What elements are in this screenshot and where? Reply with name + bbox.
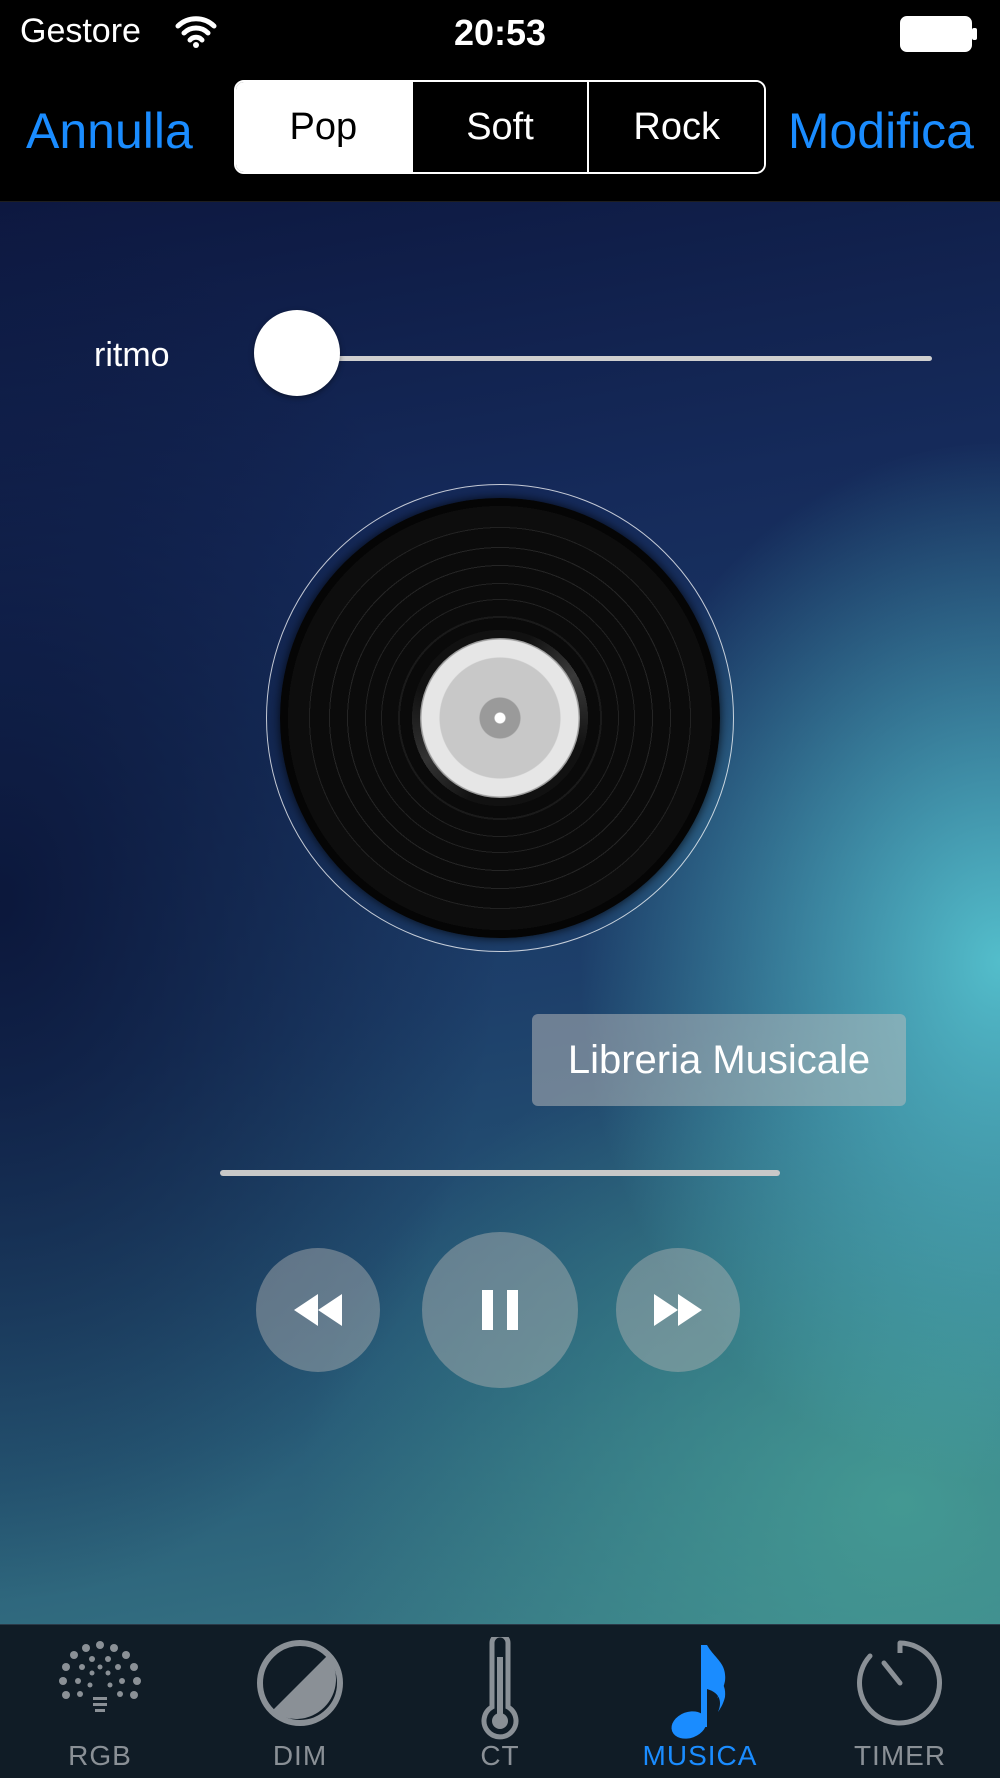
rhythm-slider-thumb[interactable] <box>254 310 340 396</box>
segment-soft[interactable]: Soft <box>410 82 588 172</box>
tab-dim-label: DIM <box>272 1740 328 1771</box>
rhythm-slider-track[interactable] <box>296 356 932 361</box>
genre-segmented-control: Pop Soft Rock <box>234 80 766 174</box>
segment-pop[interactable]: Pop <box>236 82 411 172</box>
tab-ct-label: CT <box>480 1740 520 1771</box>
music-panel: ritmo Libreria Musicale <box>0 202 1000 1624</box>
edit-button[interactable]: Modifica <box>788 102 974 160</box>
dim-circle-icon <box>257 1640 343 1726</box>
tab-timer[interactable]: TIMER <box>800 1625 1000 1778</box>
rewind-icon <box>294 1294 342 1326</box>
segment-rock[interactable]: Rock <box>587 82 764 172</box>
rgb-dots-icon <box>59 1641 141 1712</box>
vinyl-label <box>420 638 580 798</box>
fast-forward-button[interactable] <box>616 1248 740 1372</box>
rewind-button[interactable] <box>256 1248 380 1372</box>
clock: 20:53 <box>453 12 547 53</box>
tab-rgb[interactable]: RGB <box>0 1625 200 1778</box>
battery-icon <box>900 16 978 57</box>
tab-musica-label: MUSICA <box>642 1740 758 1771</box>
timer-icon <box>857 1640 943 1726</box>
playback-progress-bar[interactable] <box>220 1170 780 1176</box>
cancel-button[interactable]: Annulla <box>26 102 193 160</box>
music-library-button[interactable]: Libreria Musicale <box>532 1014 906 1106</box>
fast-forward-icon <box>654 1294 702 1326</box>
rhythm-label: ritmo <box>94 336 170 374</box>
pause-icon <box>482 1290 518 1330</box>
music-note-icon <box>671 1645 726 1739</box>
tab-rgb-label: RGB <box>68 1740 132 1771</box>
pause-button[interactable] <box>422 1232 578 1388</box>
tab-musica[interactable]: MUSICA <box>600 1625 800 1778</box>
status-bar: Gestore 20:53 <box>0 0 1000 70</box>
tab-timer-label: TIMER <box>853 1740 947 1771</box>
tab-dim[interactable]: DIM <box>200 1625 400 1778</box>
nav-bar: Annulla Pop Soft Rock Modifica <box>0 70 1000 202</box>
thermometer-icon <box>481 1637 519 1740</box>
tab-bar: RGB DIM CT MUSICA TIMER <box>0 1624 1000 1778</box>
tab-ct[interactable]: CT <box>400 1625 600 1778</box>
